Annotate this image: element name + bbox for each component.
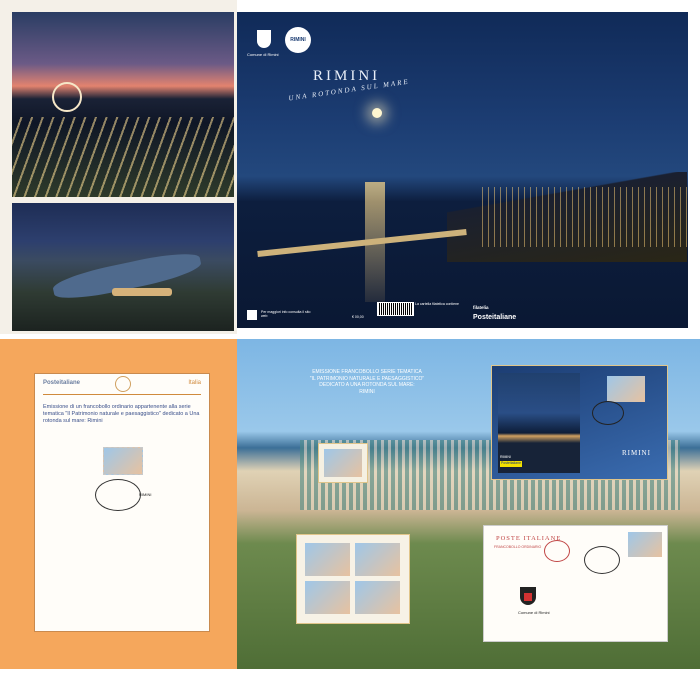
fdc-comune: Comune di Rimini <box>518 610 550 615</box>
fdc-emblem-icon <box>544 540 570 562</box>
rimini-dusk-photo <box>12 12 234 197</box>
price: € 00,00 <box>352 315 364 319</box>
moon <box>372 108 382 118</box>
comune-label: Comune di Rimini <box>247 52 279 57</box>
sheet-description: Emissione di un francobollo ordinario ap… <box>43 404 200 424</box>
stamp <box>355 543 400 576</box>
folder-stamp <box>607 376 645 402</box>
folder-title: RIMINI <box>622 449 651 457</box>
comune-crest-icon <box>520 587 536 605</box>
filatelia-label: filatelia <box>473 305 489 310</box>
poste-logo: Posteitaliane <box>473 314 517 321</box>
sheet-italia: Italia <box>188 380 201 386</box>
comune-crest-icon <box>257 30 271 48</box>
fdc-stamp <box>628 532 662 557</box>
contents-text: La cartella filatelica contiene <box>415 302 459 306</box>
coast-lights <box>477 187 687 247</box>
folder-label: RIMINI <box>500 455 511 459</box>
crest-inner <box>524 593 532 601</box>
emission-title: EMISSIONE FRANCOBOLLO SERIE TEMATICA "IL… <box>272 369 462 395</box>
folder-cover: Comune di Rimini RIMINI Per maggiori inf… <box>237 12 688 328</box>
single-stamp-card <box>318 443 368 483</box>
stamp <box>103 447 143 475</box>
sheet-header: Posteitaliane Italia <box>43 376 201 392</box>
mini-folder: RIMINI RIMINI Posteitaliane <box>491 365 668 480</box>
sheet-poste-logo: Posteitaliane <box>43 380 81 386</box>
folder-poste-logo: Posteitaliane <box>500 461 522 467</box>
top-left-panel <box>0 0 237 334</box>
rimini-circle-logo: RIMINI <box>285 27 311 53</box>
rimini-bridge-photo <box>12 203 234 331</box>
stamp <box>305 543 350 576</box>
ferris-wheel <box>52 82 82 112</box>
first-day-cover: POSTE ITALIANE FRANCOBOLLO ORDINARIO Com… <box>483 525 668 642</box>
postmark-icon <box>95 479 141 511</box>
emblem-icon <box>115 376 131 392</box>
city-lights <box>12 117 234 197</box>
tiberius-bridge <box>112 288 172 296</box>
fdc-subtitle: FRANCOBOLLO ORDINARIO <box>494 545 542 549</box>
postmark-text: RIMINI <box>139 492 152 497</box>
folder-postmark-icon <box>592 401 624 425</box>
title-line-4: RIMINI <box>359 388 375 395</box>
qr-text: Per maggiori info consulta il sito web <box>261 310 311 318</box>
barcode-icon <box>377 302 414 316</box>
qr-code-icon <box>247 310 257 320</box>
stamp <box>324 449 362 477</box>
pier <box>257 229 467 257</box>
divider <box>43 394 201 395</box>
bulletin-sheet: Posteitaliane Italia Emissione di un fra… <box>34 373 210 632</box>
block-of-four <box>296 534 410 624</box>
fdc-postmark-icon <box>584 546 620 574</box>
stamp <box>355 581 400 614</box>
stamp <box>305 581 350 614</box>
